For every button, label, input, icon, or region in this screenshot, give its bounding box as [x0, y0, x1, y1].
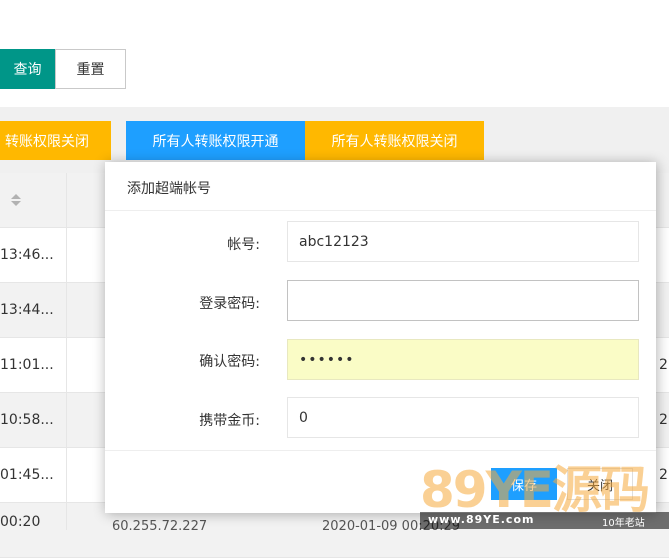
table-edge-value: 2 — [659, 412, 668, 428]
reset-button[interactable]: 重置 — [55, 49, 126, 89]
time-cell: 13:44... — [0, 302, 54, 318]
confirm-password-input[interactable] — [287, 339, 639, 380]
column-divider — [66, 173, 67, 530]
time-cell: 10:58... — [0, 412, 54, 428]
table-edge-value: 2 — [659, 357, 668, 373]
dialog-title: 添加超端帐号 — [127, 181, 211, 197]
gold-coins-input[interactable] — [287, 397, 639, 438]
time-cell: 01:45... — [0, 467, 54, 483]
ip-cell: 60.255.72.227 — [112, 519, 208, 534]
gold-coins-label: 携带金币: — [199, 413, 260, 429]
dialog-header: 添加超端帐号 — [105, 162, 656, 211]
all-transfer-permission-close-button[interactable]: 所有人转账权限关闭 — [305, 121, 484, 160]
time-cell: 00:20 — [0, 514, 41, 530]
table-edge-value: 2 — [659, 467, 668, 483]
save-button[interactable]: 保存 — [491, 468, 557, 500]
dialog-footer-divider — [105, 450, 656, 451]
all-transfer-permission-open-button[interactable]: 所有人转账权限开通 — [126, 121, 305, 160]
account-label: 帐号: — [227, 237, 260, 253]
transfer-permission-close-button[interactable]: 转账权限关闭 — [0, 121, 111, 160]
login-password-input[interactable] — [287, 280, 639, 321]
sort-icon[interactable] — [10, 192, 22, 208]
confirm-password-label: 确认密码: — [199, 354, 260, 370]
add-super-account-dialog: 添加超端帐号 帐号: 登录密码: 确认密码: 携带金币: 保存 关闭 — [105, 162, 656, 513]
time-cell: 11:01... — [0, 357, 54, 373]
query-button[interactable]: 查询 — [0, 49, 55, 89]
account-input[interactable] — [287, 221, 639, 262]
close-button[interactable]: 关闭 — [567, 468, 633, 500]
date-cell: 2020-01-09 00:20:29 — [322, 519, 461, 534]
time-cell: 13:46... — [0, 247, 54, 263]
login-password-label: 登录密码: — [199, 296, 260, 312]
